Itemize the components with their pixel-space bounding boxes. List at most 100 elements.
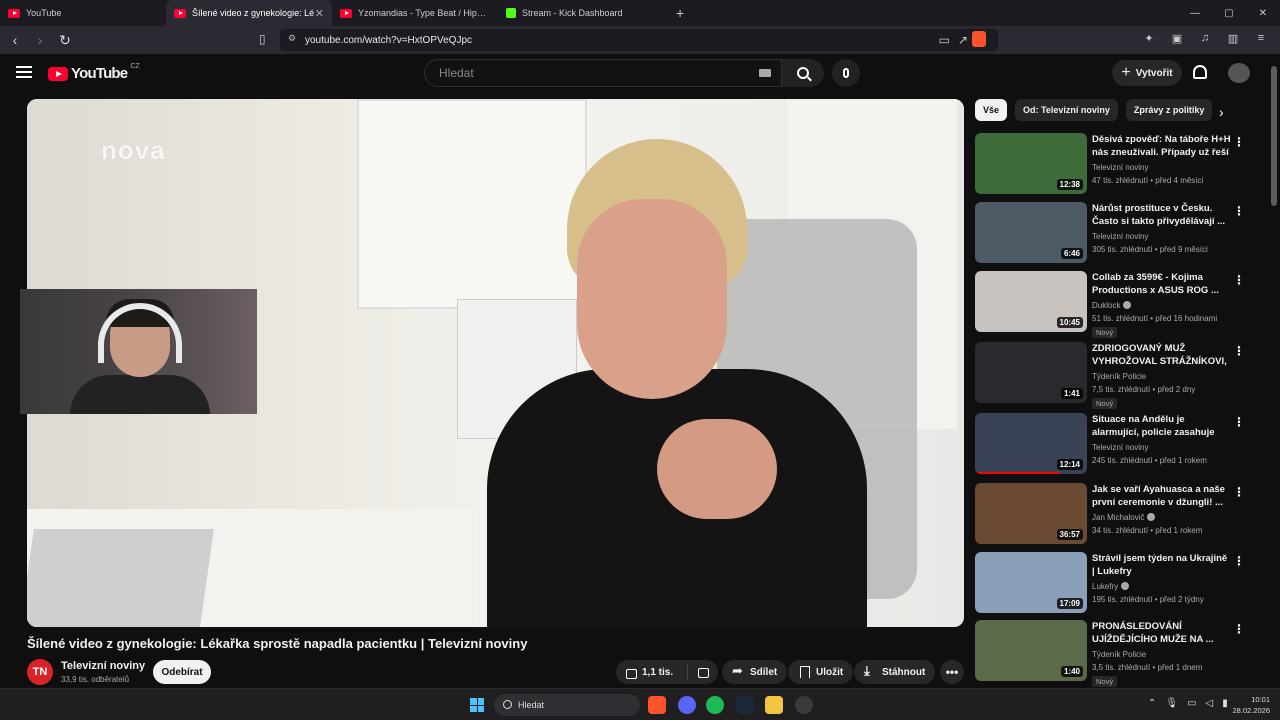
video-thumbnail[interactable]: 1:41 (975, 342, 1087, 403)
subscribe-button[interactable]: Odebírat (153, 660, 211, 684)
channel-avatar[interactable]: TN (27, 659, 53, 685)
chip-from-channel[interactable]: Od: Televizní noviny (1015, 99, 1118, 121)
network-icon[interactable]: ▭ (1187, 698, 1196, 709)
hamburger-menu-icon[interactable] (16, 66, 32, 78)
site-info-icon[interactable]: ⚙ (288, 33, 296, 44)
search-button[interactable] (782, 59, 824, 87)
recommendation-title[interactable]: PRONÁSLEDOVÁNÍ UJÍŽDĚJÍCÍHO MUŽE NA ... (1092, 620, 1232, 646)
download-button[interactable]: Stáhnout (854, 660, 936, 684)
search-input[interactable]: Hledat (424, 59, 782, 87)
more-vert-icon[interactable]: ⋮ (1233, 344, 1245, 358)
brave-browser-icon[interactable] (648, 696, 666, 714)
more-vert-icon[interactable]: ⋮ (1233, 273, 1245, 287)
video-thumbnail[interactable]: 36:57 (975, 483, 1087, 544)
recommendation-title[interactable]: Collab za 3599€ - Kojima Productions x A… (1092, 271, 1232, 297)
cast-icon[interactable]: ▭ (939, 33, 950, 47)
recommendation-item[interactable]: 1:40 PRONÁSLEDOVÁNÍ UJÍŽDĚJÍCÍHO MUŽE NA … (975, 620, 1265, 687)
maximize-button[interactable]: ▢ (1212, 8, 1246, 19)
wallet-icon[interactable]: ▣ (1168, 32, 1186, 45)
more-vert-icon[interactable]: ⋮ (1233, 554, 1245, 568)
discord-icon[interactable] (678, 696, 696, 714)
system-clock[interactable]: 10:01 28.02.2026 (1226, 694, 1270, 716)
brave-shields-icon[interactable] (972, 31, 986, 47)
youtube-logo[interactable]: YouTube CZ (48, 63, 140, 82)
browser-tab-youtube[interactable]: YouTube (0, 0, 166, 26)
recommendation-item[interactable]: 12:38 Děsivá zpověď: Na táboře H+H nás zn… (975, 133, 1265, 197)
recommendation-title[interactable]: ZDRIOGOVANÝ MUŽ VYHROŽOVAL STRÁŽNÍKOVI, … (1092, 342, 1232, 368)
more-vert-icon[interactable]: ⋮ (1233, 415, 1245, 429)
share-page-icon[interactable]: ↗ (958, 33, 968, 47)
menu-icon[interactable]: ≡ (1252, 32, 1270, 45)
recommendation-title[interactable]: Jak se vaří Ayahuasca a naše první cerem… (1092, 483, 1232, 509)
chevron-right-icon[interactable]: › (1219, 104, 1224, 120)
close-tab-icon[interactable]: ✕ (315, 7, 324, 20)
channel-label: Lukefry (1092, 582, 1119, 591)
browser-tab-yzomandias[interactable]: Yzomandias - Type Beat / Hip Thrust (332, 0, 498, 26)
page-scrollbar[interactable] (1270, 60, 1278, 700)
recommendation-channel[interactable]: Duklock (1092, 301, 1132, 310)
video-thumbnail[interactable]: 12:38 (975, 133, 1087, 194)
recommendation-item[interactable]: 36:57 Jak se vaří Ayahuasca a naše první … (975, 483, 1265, 547)
more-vert-icon[interactable]: ⋮ (1233, 485, 1245, 499)
more-vert-icon[interactable]: ⋮ (1233, 622, 1245, 636)
create-button[interactable]: + Vytvořit (1112, 60, 1182, 86)
recommendation-channel[interactable]: Jan Michalovič (1092, 513, 1156, 522)
recommendation-title[interactable]: Situace na Andělu je alarmující, policie… (1092, 413, 1232, 439)
recommendation-channel[interactable]: Týdeník Policie (1092, 650, 1146, 659)
chip-all[interactable]: Vše (975, 99, 1008, 121)
close-window-button[interactable]: ✕ (1246, 8, 1280, 19)
share-button[interactable]: Sdílet (722, 660, 788, 684)
more-vert-icon[interactable]: ⋮ (1233, 204, 1245, 218)
file-explorer-icon[interactable] (765, 696, 783, 714)
recommendation-title[interactable]: Děsivá zpověď: Na táboře H+H nás zneužív… (1092, 133, 1232, 159)
chevron-up-icon[interactable]: ⌃ (1148, 698, 1156, 709)
voice-search-button[interactable] (832, 59, 860, 87)
recommendation-item[interactable]: 12:14 Situace na Andělu je alarmující, po… (975, 413, 1265, 477)
video-thumbnail[interactable]: 6:46 (975, 202, 1087, 263)
video-thumbnail[interactable]: 17:09 (975, 552, 1087, 613)
recommendation-channel[interactable]: Televizní noviny (1092, 232, 1148, 241)
chip-politics[interactable]: Zprávy z politiky (1125, 99, 1213, 121)
recommendation-channel[interactable]: Televizní noviny (1092, 443, 1148, 452)
windows-start-icon[interactable] (470, 698, 484, 712)
notifications-bell-icon[interactable] (1193, 65, 1207, 79)
back-icon[interactable]: ‹ (5, 32, 25, 48)
minimize-button[interactable]: — (1178, 8, 1212, 19)
more-vert-icon[interactable]: ⋮ (1233, 135, 1245, 149)
volume-icon[interactable]: ◁ (1206, 698, 1214, 709)
save-button[interactable]: Uložit (788, 660, 854, 684)
bookmark-icon[interactable]: ▯ (259, 32, 266, 46)
recommendation-item[interactable]: 1:41 ZDRIOGOVANÝ MUŽ VYHROŽOVAL STRÁŽNÍKO… (975, 342, 1265, 409)
steam-icon[interactable] (736, 696, 754, 714)
microphone-tray-icon[interactable]: 🎙 (1165, 698, 1178, 709)
channel-name[interactable]: Televizní noviny (61, 660, 145, 672)
spotify-icon[interactable] (706, 696, 724, 714)
recommendation-title[interactable]: Strávil jsem týden na Ukrajině | Lukefry (1092, 552, 1232, 578)
video-thumbnail[interactable]: 12:14 (975, 413, 1087, 474)
address-bar[interactable]: ⚙ youtube.com/watch?v=HxtOPVeQJpc ▭ ↗ (280, 29, 998, 51)
recommendation-channel[interactable]: Lukefry (1092, 582, 1130, 591)
recommendation-title[interactable]: Nárůst prostituce v Česku. Často si takt… (1092, 202, 1232, 228)
recommendation-channel[interactable]: Týdeník Policie (1092, 372, 1146, 381)
media-icon[interactable]: ♫ (1196, 32, 1214, 45)
obs-icon[interactable] (795, 696, 813, 714)
taskbar-search[interactable]: Hledat (494, 694, 640, 716)
video-thumbnail[interactable]: 1:40 (975, 620, 1087, 681)
reload-icon[interactable]: ↻ (55, 32, 75, 49)
browser-tab-kick[interactable]: Stream - Kick Dashboard (498, 0, 664, 26)
video-thumbnail[interactable]: 10:45 (975, 271, 1087, 332)
sidebar-icon[interactable]: ▥ (1224, 32, 1242, 45)
recommendation-channel[interactable]: Televizní noviny (1092, 163, 1148, 172)
recommendation-item[interactable]: 6:46 Nárůst prostituce v Česku. Často si … (975, 202, 1265, 266)
recommendation-item[interactable]: 10:45 Collab za 3599€ - Kojima Production… (975, 271, 1265, 338)
like-button[interactable]: 1,1 tis. (616, 664, 688, 680)
new-tab-button[interactable]: + (664, 5, 696, 21)
extensions-icon[interactable]: ✦ (1140, 32, 1158, 45)
keyboard-icon[interactable] (759, 69, 771, 77)
more-actions-button[interactable]: ••• (940, 660, 964, 684)
forward-icon[interactable]: › (30, 32, 50, 48)
account-avatar[interactable] (1228, 63, 1250, 83)
recommendation-item[interactable]: 17:09 Strávil jsem týden na Ukrajině | Lu… (975, 552, 1265, 616)
dislike-button[interactable] (688, 665, 709, 680)
browser-tab-video[interactable]: Šílené video z gynekologie: Lé ✕ (166, 0, 332, 26)
